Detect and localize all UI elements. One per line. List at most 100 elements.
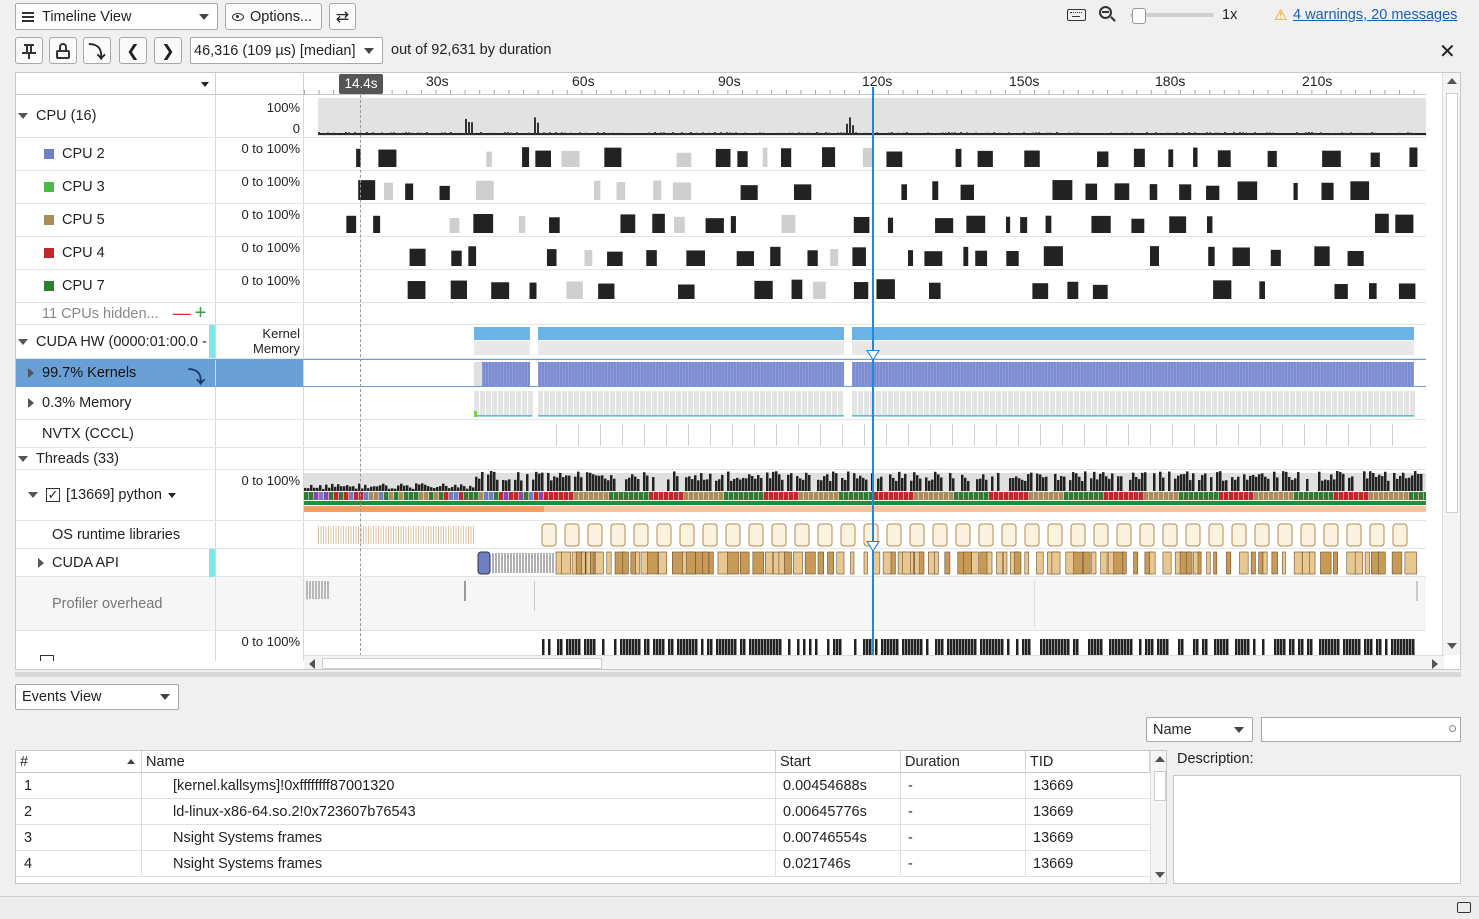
chevron-down-icon[interactable] (201, 82, 209, 87)
python-thread-row[interactable]: ✓ [13669] python 0 to 100% (16, 470, 1429, 521)
threads-group-row[interactable]: Threads (33) (16, 448, 1426, 470)
kernels-row[interactable]: 99.7% Kernels ⤵ (16, 359, 1426, 387)
os-runtime-track[interactable] (304, 521, 1426, 548)
pin-button[interactable] (15, 37, 43, 64)
hscroll-thumb[interactable] (322, 658, 602, 669)
thread-checkbox[interactable]: ✓ (46, 488, 60, 502)
kernels-track[interactable] (304, 360, 1426, 386)
description-box[interactable] (1173, 775, 1461, 884)
kernel-utilization (538, 327, 844, 340)
osrt-call (1254, 523, 1270, 547)
python-thread-track[interactable] (304, 470, 1429, 520)
profiler-overhead-track[interactable] (304, 577, 1426, 630)
scroll-left-icon[interactable] (309, 659, 315, 669)
panel-splitter[interactable] (15, 672, 1461, 677)
time-ruler[interactable]: 14.4s 30s 60s 90s 120s 150s 180s 210s (16, 73, 1426, 95)
expand-icon[interactable] (28, 398, 34, 408)
plus-icon[interactable]: + (195, 302, 207, 325)
previous-button[interactable]: ❮ (119, 37, 147, 64)
column-header-duration[interactable]: Duration (901, 751, 1026, 773)
zoom-out-icon[interactable] (1099, 6, 1117, 24)
column-header-name[interactable]: Name (142, 751, 776, 773)
thread-checkbox[interactable] (40, 655, 54, 661)
chevron-down-icon[interactable] (167, 492, 176, 498)
chat-icon[interactable] (1457, 902, 1471, 913)
cpu-row[interactable]: CPU 2 0 to 100% (16, 138, 1426, 171)
cpu-bar (1179, 133, 1181, 135)
next-button[interactable]: ❯ (154, 37, 182, 64)
memory-track[interactable] (304, 387, 1426, 419)
expand-icon[interactable] (28, 368, 34, 378)
scroll-thumb[interactable] (1154, 771, 1166, 801)
expand-icon[interactable] (38, 557, 44, 568)
zoom-slider-handle[interactable] (1132, 8, 1146, 24)
swap-button[interactable]: ⇄ (329, 3, 356, 30)
goto-button[interactable]: ⤵ (83, 37, 111, 64)
timeline-vscroll[interactable] (1442, 73, 1460, 655)
cuda-hw-track[interactable] (304, 325, 1426, 358)
timeline-hscroll[interactable] (304, 655, 1444, 669)
events-view-selector[interactable]: Events View (15, 684, 179, 710)
filter-field-selector[interactable]: Name (1146, 717, 1253, 742)
zoom-slider[interactable] (1130, 8, 1214, 24)
table-row[interactable]: 4 Nsight Systems frames 0.021746s - 1366… (16, 851, 1150, 877)
scroll-down-icon[interactable] (1447, 643, 1457, 649)
expand-icon[interactable] (18, 455, 28, 462)
thread-core-segment (679, 492, 684, 500)
table-row-partial[interactable] (16, 877, 1150, 883)
cuda-api-row[interactable]: CUDA API (16, 549, 1426, 577)
cpu-utilization-track[interactable] (304, 95, 1426, 137)
warnings-link[interactable]: 4 warnings, 20 messages (1293, 7, 1457, 23)
time-cursor-selected[interactable] (872, 87, 874, 661)
expand-icon[interactable] (18, 113, 28, 119)
cuda-api-call (492, 553, 494, 573)
column-header-tid[interactable]: TID (1026, 751, 1150, 773)
memory-block (1176, 391, 1181, 417)
scroll-down-icon[interactable] (1155, 872, 1165, 878)
thread-core-segment (399, 492, 404, 500)
event-selector[interactable]: 46,316 (109 µs) [median] (190, 37, 383, 64)
osrt-block (383, 526, 384, 544)
tree-header[interactable] (16, 73, 216, 95)
cpu-bar (1209, 132, 1211, 135)
scroll-thumb[interactable] (1446, 93, 1458, 513)
scroll-up-icon[interactable] (1155, 756, 1165, 762)
scroll-up-icon[interactable] (1447, 78, 1457, 84)
profiler-overhead-row[interactable]: Profiler overhead (16, 577, 1426, 631)
view-selector[interactable]: Timeline View (15, 3, 218, 30)
memory-block (1386, 391, 1391, 417)
keyboard-icon[interactable] (1067, 9, 1086, 21)
memory-row[interactable]: 0.3% Memory (16, 387, 1426, 420)
lock-button[interactable] (49, 37, 77, 64)
table-row[interactable]: 1 [kernel.kallsyms]!0xffffffff87001320 0… (16, 773, 1150, 799)
kernel-tick (1038, 362, 1039, 386)
nvtx-track[interactable] (304, 420, 1426, 447)
cpu-row[interactable]: CPU 3 0 to 100% (16, 171, 1426, 204)
cpu-row[interactable]: CPU 5 0 to 100% (16, 204, 1426, 237)
hidden-cpus-row[interactable]: 11 CPUs hidden... — + (16, 302, 1426, 325)
column-header-start[interactable]: Start (776, 751, 901, 773)
nvtx-row[interactable]: NVTX (CCCL) (16, 420, 1426, 448)
cuda-api-track[interactable] (304, 549, 1426, 576)
cpu-bar (609, 133, 611, 135)
table-row[interactable]: 2 ld-linux-x86-64.so.2!0x723607b76543 0.… (16, 799, 1150, 825)
goto-arrow-icon[interactable]: ⤵ (188, 363, 205, 388)
options-button[interactable]: Options... (225, 3, 322, 30)
minus-icon[interactable]: — (173, 303, 191, 324)
kernel-tick (706, 362, 707, 386)
thread-core-segment (1179, 492, 1184, 500)
table-row[interactable]: 3 Nsight Systems frames 0.00746554s - 13… (16, 825, 1150, 851)
cpu-row[interactable]: CPU 4 0 to 100% (16, 237, 1426, 270)
expand-icon[interactable] (28, 492, 38, 498)
expand-icon[interactable] (18, 338, 28, 345)
close-icon[interactable]: ✕ (1439, 39, 1456, 64)
events-vscroll[interactable] (1150, 751, 1166, 883)
column-header-number[interactable]: # (16, 751, 142, 773)
cpu-group-row[interactable]: CPU (16) 100% 0 (16, 95, 1426, 138)
cpu-bar (423, 133, 425, 135)
os-runtime-row[interactable]: OS runtime libraries (16, 521, 1426, 549)
events-search-input[interactable] (1261, 717, 1461, 742)
scroll-right-icon[interactable] (1432, 659, 1438, 669)
cuda-hw-row[interactable]: CUDA HW (0000:01:00.0 - | Kernel Memory (16, 325, 1426, 359)
cpu-row[interactable]: CPU 7 0 to 100% (16, 270, 1426, 303)
